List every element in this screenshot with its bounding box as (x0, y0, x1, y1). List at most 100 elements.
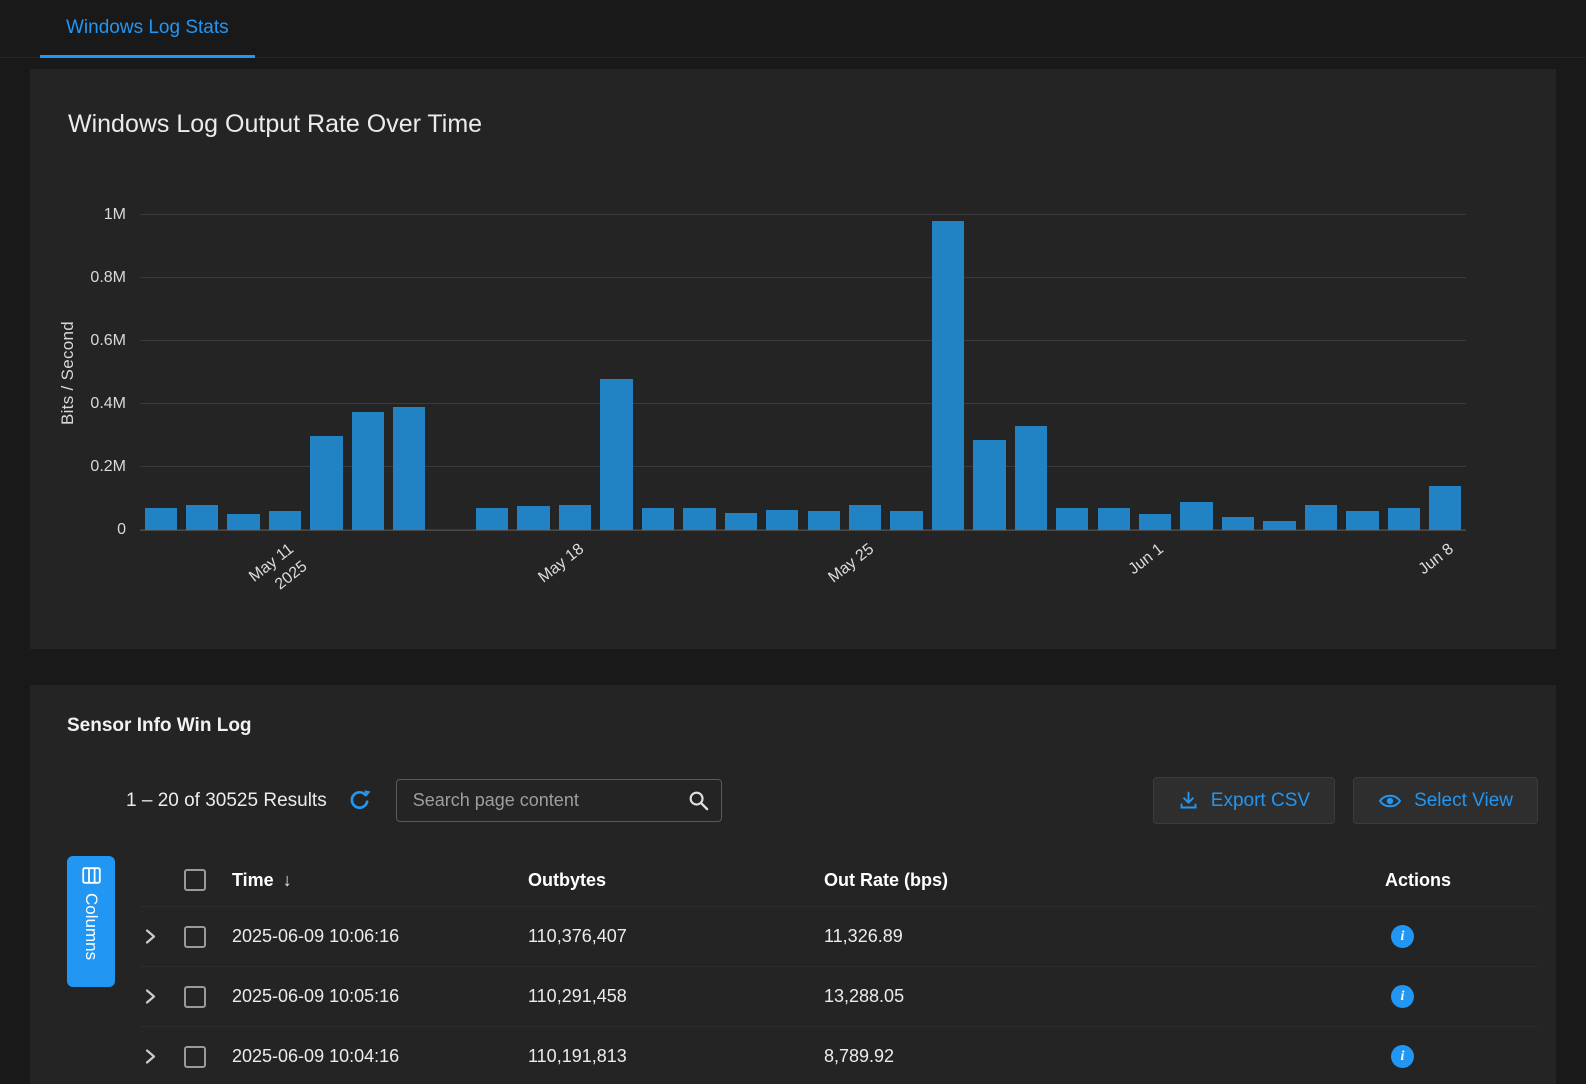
x-axis-tick-label: May 112025 (245, 539, 312, 605)
x-axis-tick-label: May 25 (824, 539, 879, 588)
gridline (140, 340, 1466, 341)
x-axis-tick-label: Jun 8 (1414, 539, 1458, 580)
x-axis: May 112025 May 18 May 25 Jun 1 Jun 8 (140, 531, 1466, 626)
row-checkbox[interactable] (184, 986, 206, 1008)
bar-jun-4 (1263, 521, 1295, 530)
header-actions: Actions (1385, 870, 1538, 891)
y-axis-tick-label: 0.6M (90, 332, 126, 350)
table-panel: Sensor Info Win Log 1 – 20 of 30525 Resu… (30, 685, 1556, 1084)
gridline (140, 403, 1466, 404)
cell-outbytes: 110,376,407 (528, 926, 824, 947)
table-header-row: Time ↓ Outbytes Out Rate (bps) Actions (140, 854, 1538, 906)
bar-may-27 (932, 221, 964, 530)
cell-time: 2025-06-09 10:04:16 (232, 1046, 528, 1067)
section-title: Sensor Info Win Log (30, 685, 1556, 737)
header-outbytes: Outbytes (528, 870, 824, 891)
header-time-label: Time (232, 870, 274, 891)
chart-title: Windows Log Output Rate Over Time (30, 69, 1556, 139)
bar-may-14 (393, 407, 425, 530)
columns-button-label: Columns (81, 893, 101, 960)
table-toolbar: 1 – 20 of 30525 Results Export CSV (126, 777, 1538, 824)
columns-button[interactable]: Columns (67, 856, 115, 987)
cell-out-rate: 11,326.89 (824, 926, 1385, 947)
columns-grid-icon (82, 867, 101, 884)
tab-label: Windows Log Stats (66, 17, 229, 39)
table-row: 2025-06-09 10:04:16 110,191,813 8,789.92… (140, 1026, 1538, 1084)
x-axis-tick-label: Jun 1 (1124, 539, 1168, 580)
bar-may-11 (269, 511, 301, 530)
bar-may-18 (559, 505, 591, 530)
bar-may-10 (227, 514, 259, 530)
row-expand-button[interactable] (140, 924, 161, 949)
gridline (140, 214, 1466, 215)
chart-panel: Windows Log Output Rate Over Time Bits /… (30, 69, 1556, 649)
chevron-right-icon (144, 1048, 157, 1065)
table-row: 2025-06-09 10:05:16 110,291,458 13,288.0… (140, 966, 1538, 1026)
bar-may-13 (352, 412, 384, 530)
refresh-icon (347, 788, 372, 813)
data-table: Time ↓ Outbytes Out Rate (bps) Actions 2… (140, 854, 1538, 1084)
info-icon[interactable]: i (1391, 925, 1414, 948)
header-out-rate: Out Rate (bps) (824, 870, 1385, 891)
bar-may-8 (145, 508, 177, 530)
row-expand-button[interactable] (140, 1044, 161, 1069)
info-icon[interactable]: i (1391, 985, 1414, 1008)
bar-jun-8 (1429, 486, 1461, 530)
info-icon[interactable]: i (1391, 1045, 1414, 1068)
export-csv-button[interactable]: Export CSV (1153, 777, 1335, 824)
bar-may-9 (186, 505, 218, 530)
y-axis-tick-label: 0.2M (90, 458, 126, 476)
bar-may-28 (973, 440, 1005, 530)
y-axis-tick-label: 0.8M (90, 269, 126, 287)
results-count: 1 – 20 of 30525 Results (126, 790, 327, 812)
x-axis-tick-label: May 18 (534, 539, 589, 588)
y-axis-tick-label: 0 (117, 521, 126, 539)
chevron-right-icon (144, 928, 157, 945)
select-view-button[interactable]: Select View (1353, 777, 1538, 824)
cell-outbytes: 110,191,813 (528, 1046, 824, 1067)
search-box (396, 779, 722, 822)
search-icon (687, 789, 710, 812)
bar-may-23 (766, 510, 798, 530)
bar-may-22 (725, 513, 757, 530)
export-csv-label: Export CSV (1211, 790, 1310, 812)
table-row: 2025-06-09 10:06:16 110,376,407 11,326.8… (140, 906, 1538, 966)
bar-may-26 (890, 511, 922, 530)
row-expand-button[interactable] (140, 984, 161, 1009)
y-axis-tick-label: 1M (104, 206, 126, 224)
select-view-label: Select View (1414, 790, 1513, 812)
plot-area: Bits / Second 00.2M0.4M0.6M0.8M1M (140, 215, 1466, 531)
bar-may-31 (1098, 508, 1130, 530)
bar-jun-5 (1305, 505, 1337, 530)
eye-icon (1378, 789, 1402, 813)
tab-windows-log-stats[interactable]: Windows Log Stats (40, 0, 255, 58)
bar-may-16 (476, 508, 508, 530)
bar-chart: Bits / Second 00.2M0.4M0.6M0.8M1M May 11… (140, 215, 1466, 626)
cell-out-rate: 13,288.05 (824, 986, 1385, 1007)
bar-may-21 (683, 508, 715, 530)
cell-outbytes: 110,291,458 (528, 986, 824, 1007)
bar-may-19 (600, 379, 632, 530)
cell-time: 2025-06-09 10:06:16 (232, 926, 528, 947)
bar-jun-1 (1139, 514, 1171, 530)
refresh-button[interactable] (347, 788, 372, 813)
chevron-right-icon (144, 988, 157, 1005)
bar-may-30 (1056, 508, 1088, 530)
download-icon (1178, 790, 1199, 811)
table-wrap: Columns Time ↓ Outbytes Out Rate (bps) A… (30, 854, 1556, 1084)
select-all-checkbox[interactable] (184, 869, 206, 891)
row-checkbox[interactable] (184, 1046, 206, 1068)
bar-may-29 (1015, 426, 1047, 530)
header-time: Time ↓ (232, 870, 528, 891)
search-input[interactable] (396, 779, 722, 822)
tab-bar: Windows Log Stats (0, 0, 1586, 58)
y-axis-label: Bits / Second (58, 320, 78, 424)
cell-out-rate: 8,789.92 (824, 1046, 1385, 1067)
y-axis-tick-label: 0.4M (90, 395, 126, 413)
cell-time: 2025-06-09 10:05:16 (232, 986, 528, 1007)
gridline (140, 277, 1466, 278)
bar-jun-7 (1388, 508, 1420, 530)
sort-desc-icon[interactable]: ↓ (283, 870, 292, 891)
row-checkbox[interactable] (184, 926, 206, 948)
bar-may-24 (808, 511, 840, 530)
